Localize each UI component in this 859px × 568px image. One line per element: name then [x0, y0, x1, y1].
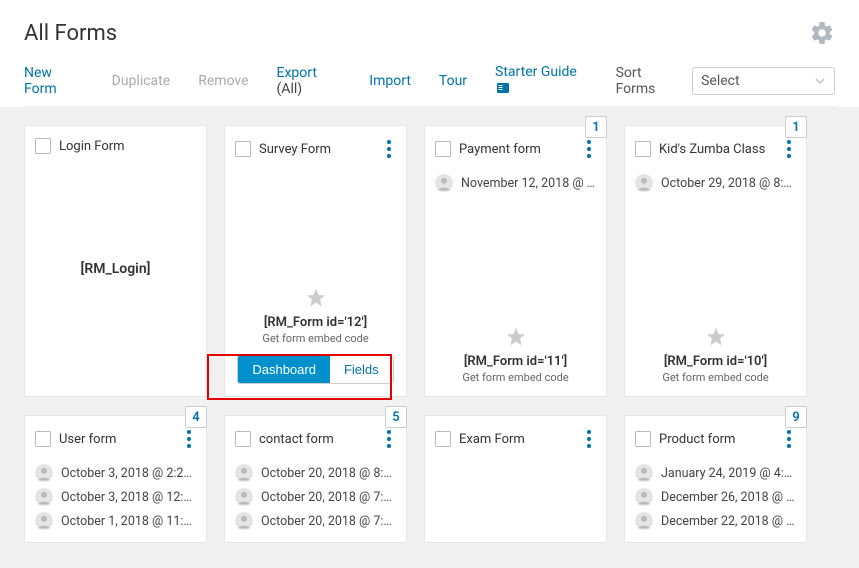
starter-guide-link[interactable]: Starter Guide — [495, 64, 588, 98]
avatar-icon — [635, 174, 653, 192]
entry-row: October 1, 2018 @ 11:33... — [35, 512, 196, 530]
form-shortcode: [RM_Form id='10'] — [635, 354, 796, 369]
form-card-contact: 5 contact form October 20, 2018 @ 8:01..… — [224, 415, 407, 543]
select-checkbox[interactable] — [235, 141, 251, 157]
entry-row: October 20, 2018 @ 7:50... — [235, 512, 396, 530]
card-menu-icon[interactable] — [582, 138, 596, 160]
card-title: Exam Form — [459, 432, 582, 447]
entry-row: October 20, 2018 @ 7:50... — [235, 488, 396, 506]
card-title: User form — [59, 432, 182, 447]
entry-row: November 12, 2018 @ 1... — [435, 174, 596, 192]
login-shortcode: [RM_Login] — [81, 261, 151, 277]
toolbar: New Form Duplicate Remove Export (All) I… — [24, 64, 835, 107]
sort-forms-select[interactable]: Select — [692, 67, 835, 95]
fields-button[interactable]: Fields — [330, 356, 393, 383]
entry-row: January 24, 2019 @ 4:14 ... — [635, 464, 796, 482]
card-menu-icon[interactable] — [382, 428, 396, 450]
entry-row: October 3, 2018 @ 12:21... — [35, 488, 196, 506]
form-card-login: Login Form [RM_Login] — [24, 125, 207, 397]
avatar-icon — [235, 512, 253, 530]
entry-row: October 20, 2018 @ 8:01... — [235, 464, 396, 482]
form-card-user: 4 User form October 3, 2018 @ 2:23 ... O… — [24, 415, 207, 543]
entry-count-badge: 1 — [785, 116, 807, 138]
select-checkbox[interactable] — [635, 141, 651, 157]
star-icon — [505, 326, 527, 348]
avatar-icon — [635, 488, 653, 506]
entry-count-badge: 5 — [385, 406, 407, 428]
star-icon — [705, 326, 727, 348]
avatar-icon — [235, 464, 253, 482]
select-checkbox[interactable] — [235, 431, 251, 447]
guide-icon — [497, 82, 509, 98]
entry-row: October 3, 2018 @ 2:23 ... — [35, 464, 196, 482]
entry-count-badge: 4 — [185, 406, 207, 428]
dashboard-button[interactable]: Dashboard — [238, 356, 330, 383]
card-title: Login Form — [59, 139, 196, 154]
select-checkbox[interactable] — [35, 138, 51, 154]
form-card-product: 9 Product form January 24, 2019 @ 4:14 .… — [624, 415, 807, 543]
card-menu-icon[interactable] — [182, 428, 196, 450]
star-icon — [305, 287, 327, 309]
remove-link[interactable]: Remove — [198, 73, 248, 89]
card-menu-icon[interactable] — [582, 428, 596, 450]
avatar-icon — [35, 464, 53, 482]
sort-forms-label: Sort Forms — [616, 65, 681, 97]
card-menu-icon[interactable] — [382, 138, 396, 160]
entry-row: December 26, 2018 @ 1:... — [635, 488, 796, 506]
avatar-icon — [635, 464, 653, 482]
card-title: contact form — [259, 432, 382, 447]
card-title: Product form — [659, 432, 782, 447]
card-title: Payment form — [459, 142, 582, 157]
avatar-icon — [435, 174, 453, 192]
avatar-icon — [635, 512, 653, 530]
avatar-icon — [35, 488, 53, 506]
forms-grid: Login Form [RM_Login] Survey Form [RM_Fo… — [0, 107, 859, 561]
export-link[interactable]: Export (All) — [277, 65, 342, 97]
embed-link[interactable]: Get form embed code — [235, 332, 396, 345]
entry-count-badge: 9 — [785, 406, 807, 428]
select-checkbox[interactable] — [635, 431, 651, 447]
form-card-zumba: 1 Kid's Zumba Class October 29, 2018 @ 8… — [624, 125, 807, 397]
select-checkbox[interactable] — [435, 431, 451, 447]
entry-row: October 29, 2018 @ 8:44... — [635, 174, 796, 192]
new-form-link[interactable]: New Form — [24, 65, 84, 97]
card-menu-icon[interactable] — [782, 428, 796, 450]
form-card-exam: Exam Form — [424, 415, 607, 543]
entry-row: December 22, 2018 @ 1:... — [635, 512, 796, 530]
avatar-icon — [235, 488, 253, 506]
select-checkbox[interactable] — [435, 141, 451, 157]
entry-count-badge: 1 — [585, 116, 607, 138]
card-title: Survey Form — [259, 142, 382, 157]
chevron-down-icon — [814, 75, 826, 87]
form-shortcode: [RM_Form id='11'] — [435, 354, 596, 369]
embed-link[interactable]: Get form embed code — [435, 371, 596, 384]
select-checkbox[interactable] — [35, 431, 51, 447]
form-card-survey: Survey Form [RM_Form id='12'] Get form e… — [224, 125, 407, 397]
avatar-icon — [35, 512, 53, 530]
form-shortcode: [RM_Form id='12'] — [235, 315, 396, 330]
card-menu-icon[interactable] — [782, 138, 796, 160]
duplicate-link[interactable]: Duplicate — [112, 73, 171, 89]
page-title: All Forms — [24, 21, 117, 46]
form-card-payment: 1 Payment form November 12, 2018 @ 1... … — [424, 125, 607, 397]
settings-gear-icon[interactable] — [809, 20, 835, 46]
card-action-buttons: Dashboard Fields — [237, 355, 393, 384]
tour-link[interactable]: Tour — [439, 73, 467, 89]
embed-link[interactable]: Get form embed code — [635, 371, 796, 384]
import-link[interactable]: Import — [369, 73, 411, 89]
card-title: Kid's Zumba Class — [659, 142, 782, 157]
